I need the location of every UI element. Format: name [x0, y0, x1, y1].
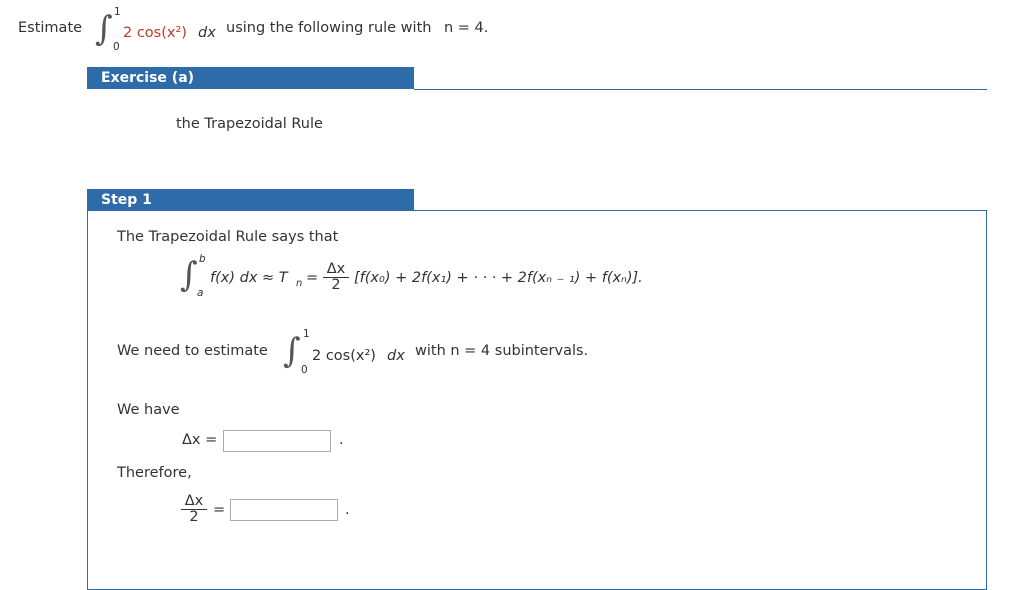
- half-delta-period: .: [345, 502, 350, 518]
- delta-x-label: Δx =: [182, 432, 218, 448]
- formula-lhs-sub: n: [296, 278, 303, 289]
- step-intro: The Trapezoidal Rule says that: [117, 229, 339, 245]
- formula-lhs: f(x) dx ≈ T: [210, 270, 288, 286]
- half-delta-den: 2: [189, 509, 199, 525]
- formula-rhs: [f(x₀) + 2f(x₁) + · · · + 2f(xₙ ₋ ₁) + f…: [354, 270, 643, 286]
- formula-fraction: Δx 2: [323, 262, 349, 293]
- upper-limit: 1: [114, 6, 121, 18]
- problem-suffix: using the following rule with: [226, 20, 432, 36]
- formula-upper: b: [199, 253, 206, 265]
- n-expression: n = 4.: [444, 20, 489, 36]
- dx-label: dx: [198, 25, 216, 41]
- exercise-rule: [414, 89, 987, 90]
- formula-frac-den: 2: [331, 277, 341, 293]
- half-delta-fraction: Δx 2: [181, 494, 207, 525]
- estimate-integral-sign: ∫: [283, 331, 301, 371]
- step-box: [87, 210, 987, 590]
- estimate-upper: 1: [303, 328, 310, 340]
- estimate-dx: dx: [387, 348, 405, 364]
- half-delta-num: Δx: [181, 494, 207, 510]
- estimate-suffix: with n = 4 subintervals.: [415, 343, 589, 359]
- half-delta-input[interactable]: [230, 499, 338, 521]
- therefore-label: Therefore,: [117, 465, 192, 481]
- delta-x-input[interactable]: [223, 430, 331, 452]
- integral-sign: ∫: [95, 9, 113, 49]
- formula-lower: a: [197, 287, 204, 299]
- estimate-lower: 0: [301, 364, 308, 376]
- half-delta-eq: =: [213, 502, 226, 518]
- estimate-prefix: We need to estimate: [117, 343, 268, 359]
- formula-integral-sign: ∫: [180, 255, 198, 295]
- rule-name: the Trapezoidal Rule: [176, 116, 323, 132]
- exercise-header: Exercise (a): [87, 67, 414, 89]
- step-header: Step 1: [87, 189, 414, 211]
- formula-eq: =: [306, 270, 319, 286]
- integrand: 2 cos(x²): [123, 25, 187, 41]
- lower-limit: 0: [113, 41, 120, 53]
- we-have-label: We have: [117, 402, 180, 418]
- formula-frac-num: Δx: [323, 262, 349, 278]
- delta-x-period: .: [339, 432, 344, 448]
- estimate-integrand: 2 cos(x²): [312, 348, 376, 364]
- problem-prefix: Estimate: [18, 20, 83, 36]
